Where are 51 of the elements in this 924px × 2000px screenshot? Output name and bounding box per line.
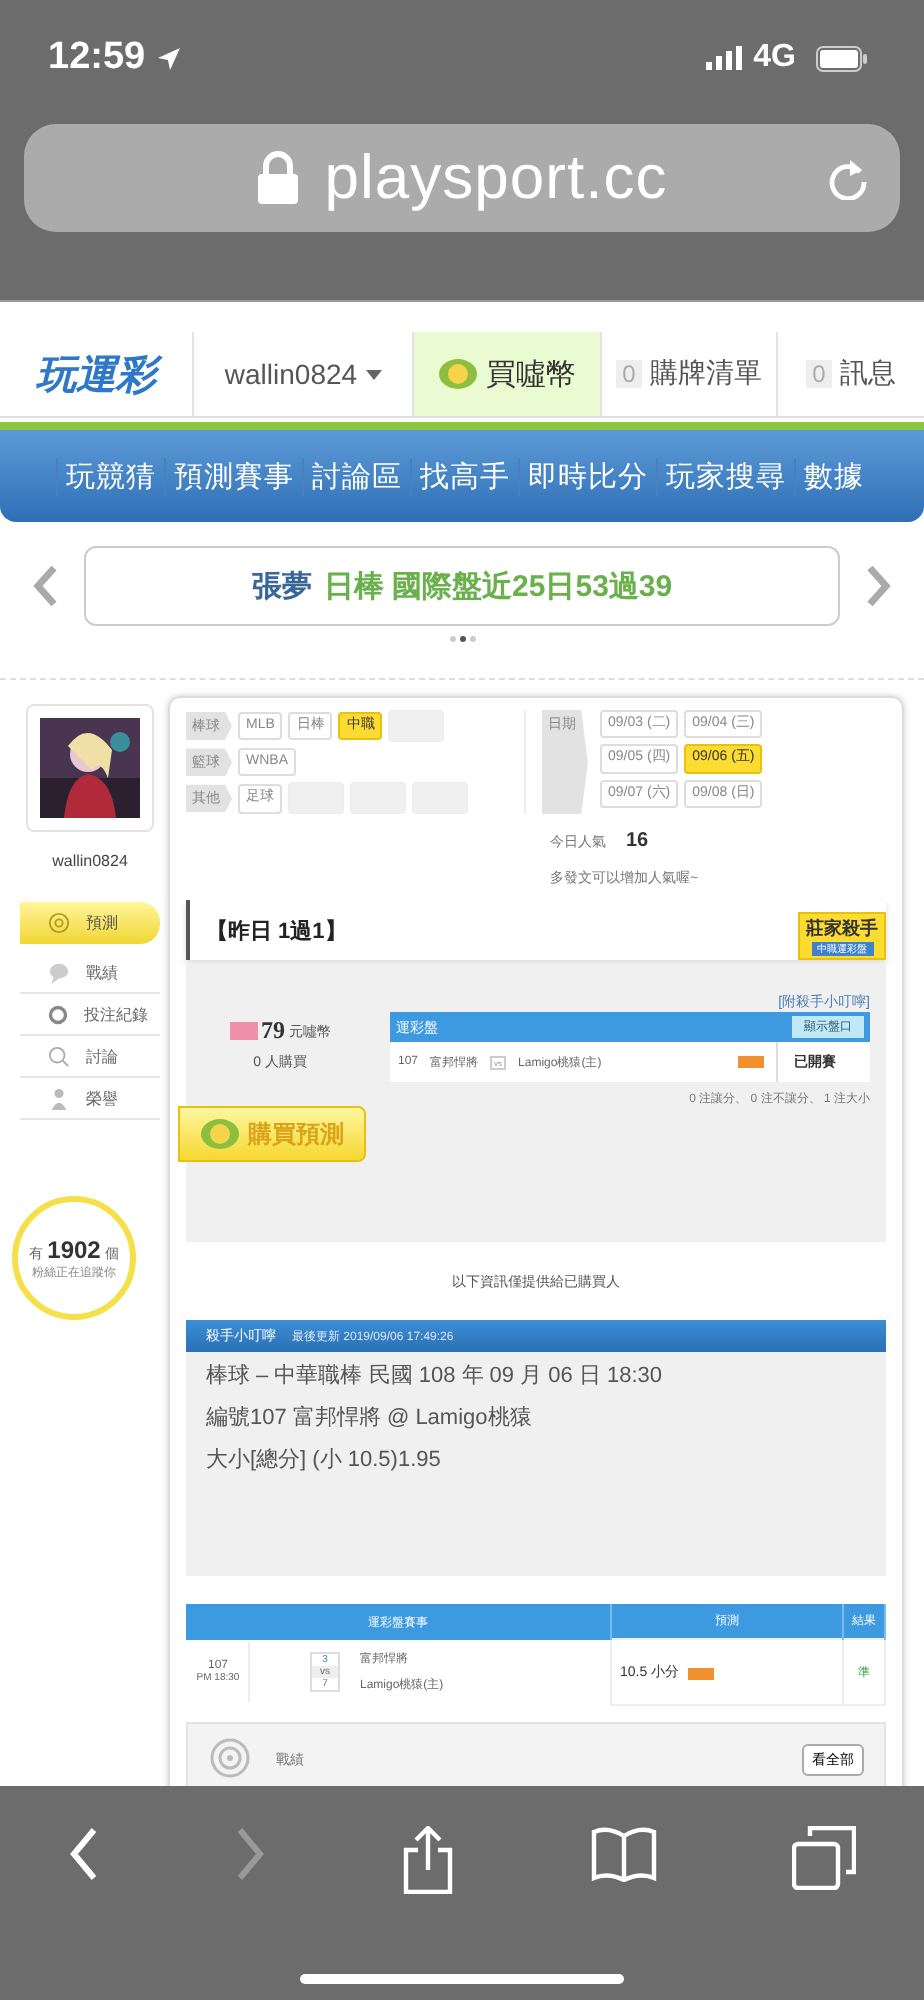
- price-value: 79: [261, 1016, 285, 1047]
- address-bar[interactable]: playsport.cc: [24, 124, 900, 232]
- sidebar-item[interactable]: 榮譽: [20, 1078, 160, 1120]
- target-icon: [208, 1738, 252, 1783]
- price-tag: [229, 1022, 257, 1041]
- nav-link[interactable]: 即時比分: [518, 457, 656, 495]
- network-type: 4G: [753, 40, 796, 76]
- popularity-value: 16: [626, 830, 649, 853]
- nav-link[interactable]: 預測賽事: [164, 457, 302, 495]
- magnifier-icon: [48, 1045, 70, 1067]
- battery-icon: [816, 45, 868, 71]
- circle-icon: [48, 1003, 68, 1025]
- banner-name: 張夢: [251, 567, 312, 605]
- coin-icon: [438, 358, 478, 390]
- coin-icon: [200, 1118, 240, 1151]
- forward-icon[interactable]: [234, 1826, 267, 1882]
- sidebar-item[interactable]: 戰績: [20, 952, 160, 994]
- sidebar-item[interactable]: 投注紀錄: [20, 994, 160, 1036]
- signal-icon: [705, 46, 742, 70]
- tips-line: 大小[總分] (小 10.5)1.95: [204, 1446, 443, 1477]
- carousel-dot[interactable]: [469, 636, 475, 642]
- banner-text: 日棒 國際盤近25日53過39: [323, 567, 673, 605]
- share-icon[interactable]: [401, 1826, 454, 1894]
- target-icon: [48, 912, 70, 934]
- nav-link[interactable]: 玩競猜: [56, 457, 164, 495]
- chat-icon: [48, 961, 70, 983]
- banner-box[interactable]: 張夢 日棒 國際盤近25日53過39: [84, 546, 840, 626]
- person-icon: [48, 1087, 70, 1109]
- tips-line: 編號107 富邦悍將 @ Lamigo桃猿: [204, 1403, 534, 1435]
- nav-link[interactable]: 找高手: [410, 457, 518, 495]
- back-icon[interactable]: [67, 1826, 100, 1882]
- sidebar-item[interactable]: 討論: [20, 1036, 160, 1078]
- nav-link[interactable]: 玩家搜尋: [656, 457, 794, 495]
- lock-icon: [256, 150, 301, 206]
- nav-link[interactable]: 討論區: [302, 457, 410, 495]
- bookmarks-icon[interactable]: [589, 1826, 658, 1882]
- nav-link[interactable]: 數據: [794, 457, 872, 495]
- buy-coins-button[interactable]: 買噓幣: [414, 332, 602, 416]
- caret-icon: [365, 369, 382, 379]
- tabs-icon[interactable]: [792, 1826, 857, 1890]
- location-arrow-icon: [157, 47, 180, 69]
- record-title: 【昨日 1過1】: [206, 917, 347, 946]
- odds-tag: [738, 1056, 764, 1069]
- profile-username: wallin0824: [52, 852, 128, 870]
- tips-line: 棒球 – 中華職棒 民國 108 年 09 月 06 日 18:30: [204, 1362, 665, 1393]
- odds-tag: [687, 1667, 714, 1680]
- carousel-dot[interactable]: [449, 636, 455, 642]
- carousel-dot[interactable]: [459, 636, 465, 642]
- reload-icon[interactable]: [828, 156, 868, 200]
- sidebar-item[interactable]: 預測: [20, 902, 160, 944]
- status-time: 12:59: [48, 36, 146, 80]
